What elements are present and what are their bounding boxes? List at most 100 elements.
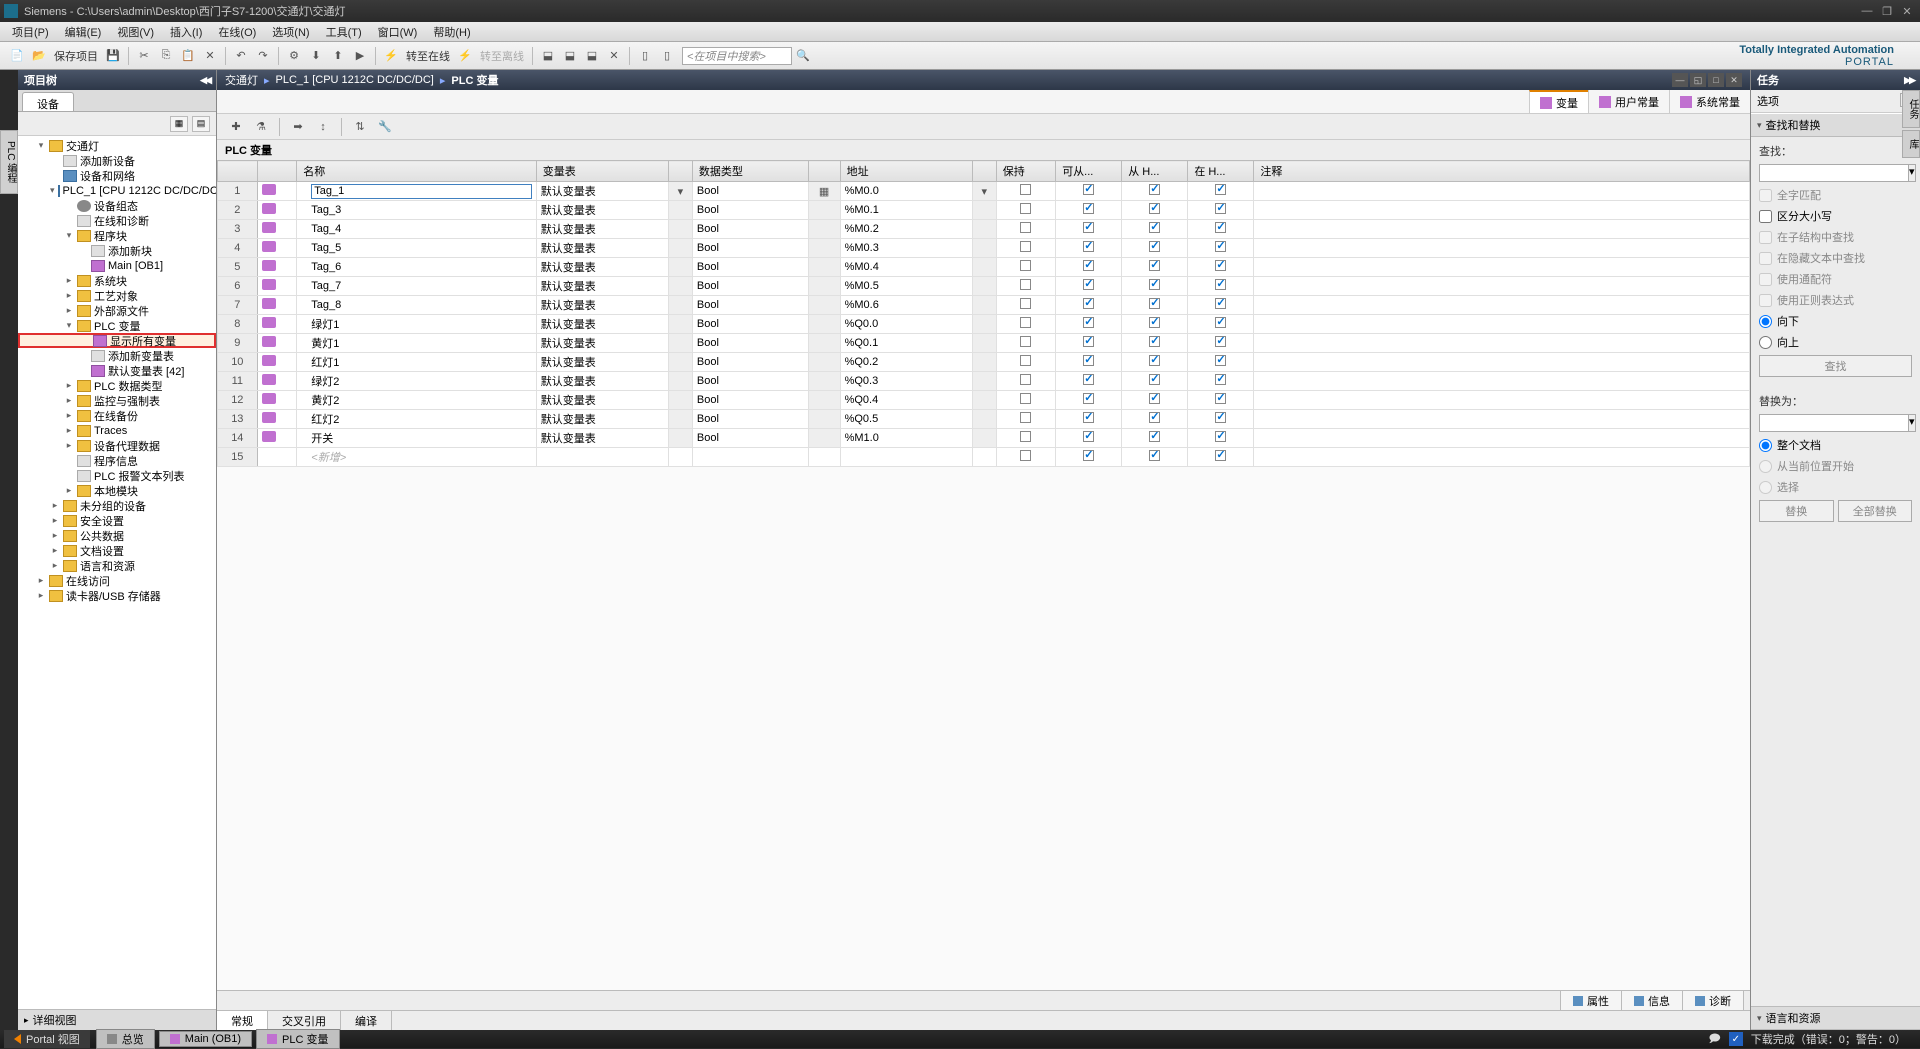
tree-view-icon[interactable]: ▦ bbox=[170, 116, 188, 132]
writable-cell[interactable] bbox=[1122, 315, 1188, 334]
tag-name-cell[interactable]: 黄灯1 bbox=[297, 334, 537, 353]
datatype-cell[interactable]: Bool bbox=[692, 410, 808, 429]
writable-cell[interactable] bbox=[1122, 391, 1188, 410]
checkbox-icon[interactable] bbox=[1215, 374, 1226, 385]
tree-toggle-icon[interactable]: ▸ bbox=[36, 590, 46, 601]
redo-icon[interactable]: ↷ bbox=[253, 46, 273, 66]
datatype-dd-icon[interactable] bbox=[808, 391, 840, 410]
address-cell[interactable]: %M0.5 bbox=[840, 277, 972, 296]
tree-toggle-icon[interactable]: ▸ bbox=[50, 500, 60, 511]
checkbox-icon[interactable] bbox=[1215, 203, 1226, 214]
tag-table-cell[interactable]: 默认变量表 bbox=[536, 334, 668, 353]
inspector-tab-1[interactable]: 信息 bbox=[1621, 990, 1683, 1011]
tree-toggle-icon[interactable]: ▸ bbox=[50, 530, 60, 541]
checkbox-icon[interactable] bbox=[1215, 412, 1226, 423]
tag-import-icon[interactable]: ↕ bbox=[313, 117, 333, 137]
view-tab-2[interactable]: 系统常量 bbox=[1669, 90, 1750, 113]
find-history-icon[interactable]: ▾ bbox=[1909, 164, 1916, 182]
writable-cell[interactable] bbox=[1122, 410, 1188, 429]
table-dd-icon[interactable] bbox=[668, 429, 692, 448]
retain-cell[interactable] bbox=[996, 296, 1055, 315]
address-dd-icon[interactable] bbox=[972, 353, 996, 372]
tree-item-28[interactable]: ▸语言和资源 bbox=[18, 558, 216, 573]
accessible-cell[interactable] bbox=[1056, 277, 1122, 296]
datatype-cell[interactable]: Bool bbox=[692, 220, 808, 239]
visible-cell[interactable] bbox=[1188, 182, 1254, 201]
checkbox-icon[interactable] bbox=[1149, 355, 1160, 366]
go-offline-icon[interactable]: ⚡ bbox=[455, 46, 475, 66]
tag-table-cell[interactable]: 默认变量表 bbox=[536, 315, 668, 334]
tree-toggle-icon[interactable]: ▾ bbox=[36, 140, 46, 151]
datatype-cell[interactable]: Bool bbox=[692, 429, 808, 448]
cross-ref-icon[interactable]: ✕ bbox=[604, 46, 624, 66]
checkbox-icon[interactable] bbox=[1020, 279, 1031, 290]
tag-filter-icon[interactable]: ⚗ bbox=[251, 117, 271, 137]
tree-item-18[interactable]: ▸在线备份 bbox=[18, 408, 216, 423]
visible-cell[interactable] bbox=[1188, 258, 1254, 277]
address-dd-icon[interactable] bbox=[972, 277, 996, 296]
table-dd-icon[interactable] bbox=[668, 277, 692, 296]
checkbox-icon[interactable] bbox=[1083, 355, 1094, 366]
address-cell[interactable]: %M0.0 bbox=[840, 182, 972, 201]
libraries-vert-tab[interactable]: 库 bbox=[1902, 130, 1920, 158]
checkbox-icon[interactable] bbox=[1215, 431, 1226, 442]
cut-icon[interactable]: ✂ bbox=[134, 46, 154, 66]
tag-name-input[interactable] bbox=[311, 184, 532, 199]
table-row[interactable]: 8绿灯1默认变量表Bool%Q0.0 bbox=[218, 315, 1750, 334]
find-input[interactable] bbox=[1759, 164, 1909, 182]
tag-name-cell[interactable] bbox=[297, 182, 537, 201]
tag-table-cell[interactable]: 默认变量表 bbox=[536, 182, 668, 201]
tree-toggle-icon[interactable]: ▸ bbox=[36, 575, 46, 586]
tree-item-15[interactable]: 默认变量表 [42] bbox=[18, 363, 216, 378]
col-header-10[interactable]: 可从... bbox=[1056, 161, 1122, 182]
address-cell[interactable]: %M0.2 bbox=[840, 220, 972, 239]
tree-item-12[interactable]: ▾PLC 变量 bbox=[18, 318, 216, 333]
tag-name-cell[interactable]: Tag_6 bbox=[297, 258, 537, 277]
tree-item-25[interactable]: ▸安全设置 bbox=[18, 513, 216, 528]
tree-item-0[interactable]: ▾交通灯 bbox=[18, 138, 216, 153]
comment-cell[interactable] bbox=[1254, 182, 1750, 201]
checkbox-icon[interactable] bbox=[1083, 241, 1094, 252]
paste-icon[interactable]: 📋 bbox=[178, 46, 198, 66]
tag-table[interactable]: 名称变量表数据类型地址保持可从...从 H...在 H...注释1默认变量表▾B… bbox=[217, 160, 1750, 467]
table-row[interactable]: 13红灯2默认变量表Bool%Q0.5 bbox=[218, 410, 1750, 429]
tree-toggle-icon[interactable]: ▸ bbox=[64, 425, 74, 436]
lang-resources-header[interactable]: 语言和资源 bbox=[1751, 1006, 1920, 1030]
checkbox-icon[interactable] bbox=[1215, 241, 1226, 252]
col-header-9[interactable]: 保持 bbox=[996, 161, 1055, 182]
tree-item-14[interactable]: 添加新变量表 bbox=[18, 348, 216, 363]
datatype-cell[interactable]: Bool bbox=[692, 391, 808, 410]
copy-icon[interactable]: ⎘ bbox=[156, 46, 176, 66]
writable-cell[interactable] bbox=[1122, 353, 1188, 372]
tree-expand-icon[interactable]: ▤ bbox=[192, 116, 210, 132]
col-header-11[interactable]: 从 H... bbox=[1122, 161, 1188, 182]
comment-cell[interactable] bbox=[1254, 201, 1750, 220]
detail-view-header[interactable]: 详细视图 bbox=[18, 1009, 216, 1030]
ed-min-icon[interactable]: — bbox=[1672, 73, 1688, 87]
table-row[interactable]: 9黄灯1默认变量表Bool%Q0.1 bbox=[218, 334, 1750, 353]
visible-cell[interactable] bbox=[1188, 429, 1254, 448]
save-project-button[interactable]: 保存项目 bbox=[54, 48, 98, 64]
go-online-icon[interactable]: ⚡ bbox=[381, 46, 401, 66]
comment-cell[interactable] bbox=[1254, 372, 1750, 391]
checkbox-icon[interactable] bbox=[1215, 393, 1226, 404]
tree-item-29[interactable]: ▸在线访问 bbox=[18, 573, 216, 588]
checkbox-icon[interactable] bbox=[1083, 184, 1094, 195]
dir-down-radio[interactable] bbox=[1759, 315, 1772, 328]
address-dd-icon[interactable] bbox=[972, 372, 996, 391]
checkbox-icon[interactable] bbox=[1149, 298, 1160, 309]
tag-name-cell[interactable]: Tag_8 bbox=[297, 296, 537, 315]
col-header-3[interactable]: 变量表 bbox=[536, 161, 668, 182]
footer-tab-2[interactable]: 编译 bbox=[341, 1011, 392, 1030]
address-cell[interactable]: %M0.3 bbox=[840, 239, 972, 258]
accessible-cell[interactable] bbox=[1056, 296, 1122, 315]
checkbox-icon[interactable] bbox=[1083, 222, 1094, 233]
match-case-checkbox[interactable] bbox=[1759, 210, 1772, 223]
tree-item-30[interactable]: ▸读卡器/USB 存储器 bbox=[18, 588, 216, 603]
checkbox-icon[interactable] bbox=[1083, 374, 1094, 385]
checkbox-icon[interactable] bbox=[1149, 184, 1160, 195]
tag-export-icon[interactable]: ➡ bbox=[288, 117, 308, 137]
overview-tab[interactable]: 总览 bbox=[96, 1029, 155, 1049]
address-dd-icon[interactable] bbox=[972, 258, 996, 277]
tree-toggle-icon[interactable]: ▸ bbox=[50, 545, 60, 556]
